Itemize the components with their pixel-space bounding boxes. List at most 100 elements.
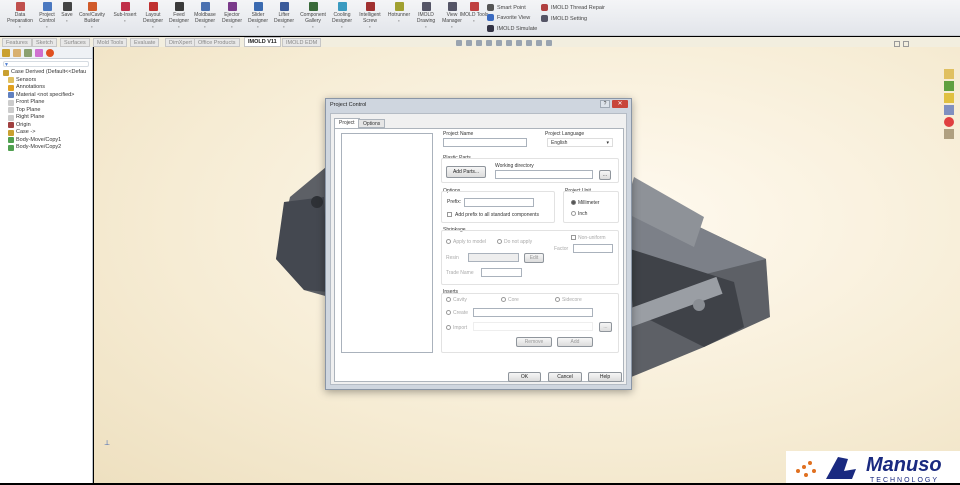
- add-insert-button[interactable]: Add: [557, 337, 593, 347]
- tree-item[interactable]: Sensors: [0, 77, 92, 85]
- help-icon[interactable]: ?: [600, 100, 610, 108]
- millimeter-radio[interactable]: [571, 200, 576, 205]
- tab-options[interactable]: Options: [358, 119, 386, 128]
- toolbar-simulate-button[interactable]: IMOLD Simulate: [487, 25, 537, 32]
- import-input[interactable]: [473, 322, 593, 331]
- tree-item[interactable]: Case Derived (Default<<Defau: [0, 69, 92, 77]
- sidecore-radio[interactable]: [555, 297, 560, 302]
- config-manager-icon[interactable]: [24, 49, 32, 57]
- create-input[interactable]: [473, 308, 593, 317]
- view-settings-icon[interactable]: [546, 40, 552, 46]
- display-style-icon[interactable]: [506, 40, 512, 46]
- toolbar-thread-repair-button[interactable]: IMOLD Thread Repair: [541, 4, 605, 11]
- working-directory-input[interactable]: [495, 170, 593, 179]
- edit-button[interactable]: Edit: [524, 253, 544, 263]
- factor-input[interactable]: [573, 244, 613, 253]
- library-icon[interactable]: [944, 81, 954, 91]
- view-palette-icon[interactable]: [944, 105, 954, 115]
- tree-item[interactable]: Body-Move/Copy2: [0, 144, 92, 152]
- add-parts-button[interactable]: Add Parts...: [446, 166, 486, 178]
- toolbar-label: IMOLD Simulate: [497, 25, 538, 32]
- working-directory-label: Working directory: [495, 163, 534, 169]
- tree-item[interactable]: Body-Move/Copy1: [0, 137, 92, 145]
- tree-item[interactable]: Origin: [0, 122, 92, 130]
- non-uniform-checkbox[interactable]: [571, 235, 576, 240]
- tree-filter-input[interactable]: ▼: [3, 61, 89, 68]
- toolbar-moldbase-button[interactable]: Moldbase Designer ▪: [190, 2, 220, 30]
- appearances-icon[interactable]: [944, 117, 954, 127]
- toolbar-smart-point-button[interactable]: Smart Point: [487, 4, 526, 11]
- tree-item-label: Material <not specified>: [16, 91, 75, 98]
- cavity-radio[interactable]: [446, 297, 451, 302]
- section-view-icon[interactable]: [486, 40, 492, 46]
- home-icon[interactable]: [944, 69, 954, 79]
- tree-item[interactable]: Front Plane: [0, 99, 92, 107]
- scene-icon[interactable]: [536, 40, 542, 46]
- restore-icon[interactable]: [894, 41, 900, 47]
- toolbar-core-cavity-button[interactable]: Core/Cavity Builder ▪: [77, 2, 107, 30]
- tree-item[interactable]: Material <not specified>: [0, 92, 92, 100]
- toolbar-hotrunner-button[interactable]: Hotrunner ▪: [384, 2, 414, 24]
- help-button[interactable]: Help: [588, 372, 622, 382]
- toolbar-favorite-view-button[interactable]: Favorite View: [487, 14, 530, 21]
- display-manager-icon[interactable]: [46, 49, 54, 57]
- toolbar-label: Cooling Designer: [331, 12, 352, 24]
- view-orientation-icon[interactable]: [496, 40, 502, 46]
- project-name-input[interactable]: [443, 138, 527, 147]
- tab-mold-tools[interactable]: Mold Tools: [93, 38, 128, 47]
- toolbar-cooling-button[interactable]: Cooling Designer ▪: [327, 2, 357, 30]
- factor-label: Factor: [554, 246, 569, 252]
- core-radio[interactable]: [501, 297, 506, 302]
- project-language-select[interactable]: English ▾: [547, 138, 613, 147]
- previous-view-icon[interactable]: [476, 40, 482, 46]
- toolbar-data-preparation-button[interactable]: Data Preparation ▪: [5, 2, 35, 30]
- import-browse-button[interactable]: ...: [599, 322, 612, 332]
- hide-show-icon[interactable]: [516, 40, 522, 46]
- folder-icon[interactable]: [944, 93, 954, 103]
- tab-dimxpert[interactable]: DimXpert: [165, 38, 196, 47]
- cancel-button[interactable]: Cancel: [548, 372, 582, 382]
- prefix-input[interactable]: [464, 198, 534, 207]
- tab-sketch[interactable]: Sketch: [32, 38, 57, 47]
- tab-imold-v11[interactable]: IMOLD V11: [244, 37, 281, 47]
- tree-item[interactable]: Case ->: [0, 129, 92, 137]
- toolbar-setting-button[interactable]: IMOLD Setting: [541, 15, 587, 22]
- tile-icon[interactable]: [903, 41, 909, 47]
- tree-item[interactable]: Annotations: [0, 84, 92, 92]
- toolbar-lifter-button[interactable]: Lifter Designer ▪: [269, 2, 299, 30]
- trade-name-input[interactable]: [481, 268, 522, 277]
- tab-evaluate[interactable]: Evaluate: [130, 38, 160, 47]
- toolbar-label: Core/Cavity Builder: [78, 12, 106, 24]
- apply-to-model-radio[interactable]: [446, 239, 451, 244]
- zoom-area-icon[interactable]: [466, 40, 472, 46]
- add-prefix-checkbox[interactable]: [447, 212, 452, 217]
- dimxpert-icon[interactable]: [35, 49, 43, 57]
- import-radio[interactable]: [446, 325, 451, 330]
- tab-project[interactable]: Project: [334, 118, 360, 128]
- browse-directory-button[interactable]: ...: [599, 170, 611, 180]
- tab-imold-edm[interactable]: IMOLD EDM: [282, 38, 322, 47]
- toolbar-screw-button[interactable]: Intelligent Screw ▪: [355, 2, 385, 30]
- view-manager-icon: [447, 2, 457, 11]
- toolbar-sub-insert-button[interactable]: Sub-Insert ▪: [110, 2, 140, 24]
- inch-radio[interactable]: [571, 211, 576, 216]
- tree-item[interactable]: Right Plane: [0, 114, 92, 122]
- property-manager-icon[interactable]: [13, 49, 21, 57]
- feature-tree-icon[interactable]: [2, 49, 10, 57]
- tab-office-products[interactable]: Office Products: [194, 38, 240, 47]
- tree-item[interactable]: Top Plane: [0, 107, 92, 115]
- appearance-icon[interactable]: [526, 40, 532, 46]
- toolbar-component-gallery-button[interactable]: Component Gallery ▪: [298, 2, 328, 30]
- tab-features[interactable]: Features: [2, 38, 32, 47]
- do-not-apply-radio[interactable]: [497, 239, 502, 244]
- toolbar-tools-button[interactable]: IMOLD Tools ▪: [459, 2, 489, 24]
- resin-select[interactable]: [468, 253, 519, 262]
- close-button[interactable]: ✕: [612, 100, 628, 108]
- ok-button[interactable]: OK: [508, 372, 541, 382]
- zoom-to-fit-icon[interactable]: [456, 40, 462, 46]
- custom-properties-icon[interactable]: [944, 129, 954, 139]
- create-radio[interactable]: [446, 310, 451, 315]
- parts-list[interactable]: [341, 133, 433, 353]
- tab-surfaces[interactable]: Surfaces: [60, 38, 90, 47]
- remove-button[interactable]: Remove: [516, 337, 552, 347]
